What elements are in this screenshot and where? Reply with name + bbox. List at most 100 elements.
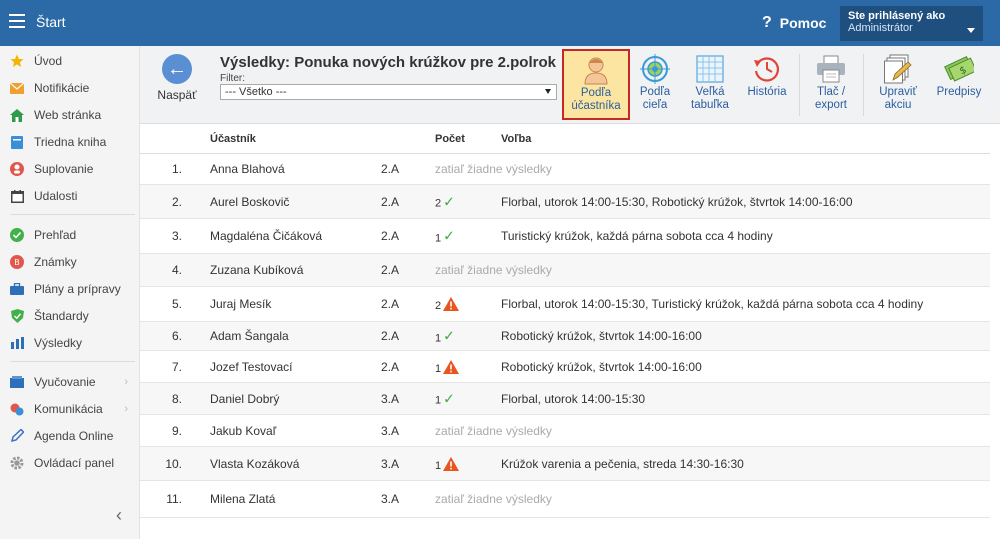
row-number: 6. <box>171 329 182 343</box>
count-cell: 2 <box>435 296 460 312</box>
sidebar-item-uvod[interactable]: Úvod <box>0 48 140 74</box>
regulations-button[interactable]: $ Predpisy <box>928 46 990 124</box>
table-row[interactable]: 4. Zuzana Kubíková 2.A zatiaľ žiadne výsled… <box>140 254 990 287</box>
sidebar-item-label: Udalosti <box>34 189 78 203</box>
svg-text:B: B <box>14 258 20 267</box>
edit-document-icon <box>870 52 926 86</box>
row-number: 1. <box>171 162 182 176</box>
column-header-choice[interactable]: Voľba <box>501 133 531 145</box>
participant-name[interactable]: Jozef Testovací <box>210 360 293 374</box>
class-name: 2.A <box>381 194 400 209</box>
table-row[interactable]: 11. Milena Zlatá 3.A zatiaľ žiadne výsledky <box>140 481 990 518</box>
table-row[interactable]: 2. Aurel Boskovič 2.A 2 ✓ Florbal, utorok 14:… <box>140 185 990 219</box>
participant-name[interactable]: Anna Blahová <box>210 162 285 176</box>
button-label-line1: Upraviť <box>879 86 917 98</box>
participant-name[interactable]: Vlasta Kozáková <box>210 457 299 471</box>
edit-event-button[interactable]: Upraviť akciu <box>870 46 926 124</box>
question-icon: ? <box>762 14 772 31</box>
sidebar-item-prehlad[interactable]: Prehľad <box>0 222 140 248</box>
row-number: 4. <box>171 263 182 277</box>
sidebar-item-label: Známky <box>34 255 77 269</box>
table-row[interactable]: 1. Anna Blahová 2.A zatiaľ žiadne výsledky <box>140 154 990 185</box>
sidebar-item-agenda-online[interactable]: Agenda Online <box>0 423 140 449</box>
count-cell: 1 ✓ <box>435 390 455 407</box>
choice-text: Florbal, utorok 14:00-15:30, Turistický … <box>501 297 924 311</box>
filter-value: --- Všetko --- <box>225 86 287 98</box>
results-table: Účastník Počet Voľba 1. Anna Blahová 2.A za… <box>140 124 1000 539</box>
history-button[interactable]: História <box>742 46 792 124</box>
count-value: 1 <box>435 232 442 244</box>
choice-text: Florbal, utorok 14:00-15:30 <box>501 391 646 406</box>
class-name: 2.A <box>381 263 400 277</box>
class-name: 2.A <box>381 229 400 243</box>
sidebar-item-standardy[interactable]: Štandardy <box>0 303 140 329</box>
participant-name[interactable]: Aurel Boskovič <box>210 195 289 209</box>
sidebar-item-suplovanie[interactable]: Suplovanie <box>0 156 140 182</box>
sidebar-item-label: Komunikácia <box>34 402 103 416</box>
chevron-right-icon: › <box>124 403 128 415</box>
row-number: 8. <box>171 391 182 406</box>
class-name: 2.A <box>381 162 400 176</box>
sidebar-item-udalosti[interactable]: Udalosti <box>0 183 140 209</box>
bar-chart-icon <box>10 336 24 350</box>
calendar-icon <box>10 189 24 203</box>
gear-icon <box>10 456 24 470</box>
column-header-participant[interactable]: Účastník <box>210 133 256 145</box>
table-row[interactable]: 6. Adam Šangala 2.A 1 ✓ Robotický krúžok, štv… <box>140 322 990 351</box>
participant-name[interactable]: Juraj Mesík <box>210 297 271 311</box>
count-value: 2 <box>435 300 442 312</box>
grades-icon: B <box>10 255 24 269</box>
participant-name[interactable]: Adam Šangala <box>210 329 289 343</box>
sidebar-item-notifikacie[interactable]: Notifikácie <box>0 75 140 101</box>
participant-name[interactable]: Zuzana Kubíková <box>210 263 303 277</box>
filter-label: Filter: <box>220 73 245 84</box>
user-menu[interactable]: Ste prihlásený ako Administrátor <box>840 6 983 41</box>
sidebar-item-label: Notifikácie <box>34 81 90 95</box>
table-row[interactable]: 5. Juraj Mesík 2.A 2 Florbal, utorok 14:00-1… <box>140 287 990 322</box>
table-row[interactable]: 7. Jozef Testovací 2.A 1 Robotický krúžok, š… <box>140 351 990 383</box>
filter-select[interactable]: --- Všetko --- <box>220 84 557 100</box>
big-table-button[interactable]: Veľká tabuľka <box>684 46 736 124</box>
hamburger-menu-icon[interactable] <box>9 14 25 28</box>
sidebar-item-plany[interactable]: Plány a prípravy <box>0 276 140 302</box>
by-participant-button[interactable]: Podľa účastníka <box>562 49 630 120</box>
collapse-sidebar-icon[interactable]: ‹ <box>116 505 122 526</box>
sidebar-item-web-stranka[interactable]: Web stránka <box>0 102 140 128</box>
person-icon <box>564 53 628 87</box>
sidebar-item-triedna-kniha[interactable]: Triedna kniha <box>0 129 140 155</box>
sidebar-item-label: Výsledky <box>34 336 83 350</box>
button-label-line1: Tlač / <box>816 86 846 98</box>
back-button[interactable]: ← Naspäť <box>140 46 214 124</box>
book-icon <box>10 135 24 149</box>
button-label-line2: tabuľka <box>691 99 729 111</box>
class-name: 2.A <box>381 359 400 374</box>
table-row[interactable]: 9. Jakub Kovaľ 3.A zatiaľ žiadne výsledky <box>140 415 990 447</box>
help-button[interactable]: ? Pomoc <box>762 14 826 32</box>
count-cell: 1 <box>435 359 460 375</box>
sidebar-item-znamky[interactable]: B Známky <box>0 249 140 275</box>
table-row[interactable]: 10. Vlasta Kozáková 3.A 1 Krúžok varenia a p… <box>140 447 990 481</box>
participant-name[interactable]: Daniel Dobrý <box>210 392 279 406</box>
table-row[interactable]: 8. Daniel Dobrý 3.A 1 ✓ Florbal, utorok 14:00… <box>140 383 990 415</box>
column-header-count[interactable]: Počet <box>435 133 465 145</box>
teaching-icon <box>10 375 24 389</box>
sidebar-item-ovladaci-panel[interactable]: Ovládací panel <box>0 450 140 476</box>
row-number: 7. <box>171 359 182 374</box>
substitute-icon <box>10 162 24 176</box>
participant-name[interactable]: Jakub Kovaľ <box>210 424 276 438</box>
class-name: 3.A <box>381 423 400 438</box>
table-row[interactable]: 3. Magdaléna Čičáková 2.A 1 ✓ Turistický krúž… <box>140 219 990 254</box>
envelope-icon <box>10 81 24 95</box>
print-export-button[interactable]: Tlač / export <box>806 46 856 124</box>
sidebar: Úvod Notifikácie Web stránka Triedna kni… <box>0 46 140 539</box>
sidebar-item-vyucovanie[interactable]: Vyučovanie › <box>0 369 140 395</box>
count-value: 2 <box>435 197 442 210</box>
participant-name[interactable]: Magdaléna Čičáková <box>210 229 322 243</box>
sidebar-item-komunikacia[interactable]: Komunikácia › <box>0 396 140 422</box>
choice-text: Robotický krúžok, štvrtok 14:00-16:00 <box>501 359 702 374</box>
warning-icon <box>443 297 460 311</box>
participant-name[interactable]: Milena Zlatá <box>210 492 275 506</box>
by-goal-button[interactable]: Podľa cieľa <box>634 46 676 124</box>
app-title[interactable]: Štart <box>36 14 66 30</box>
sidebar-item-vysledky[interactable]: Výsledky <box>0 330 140 356</box>
